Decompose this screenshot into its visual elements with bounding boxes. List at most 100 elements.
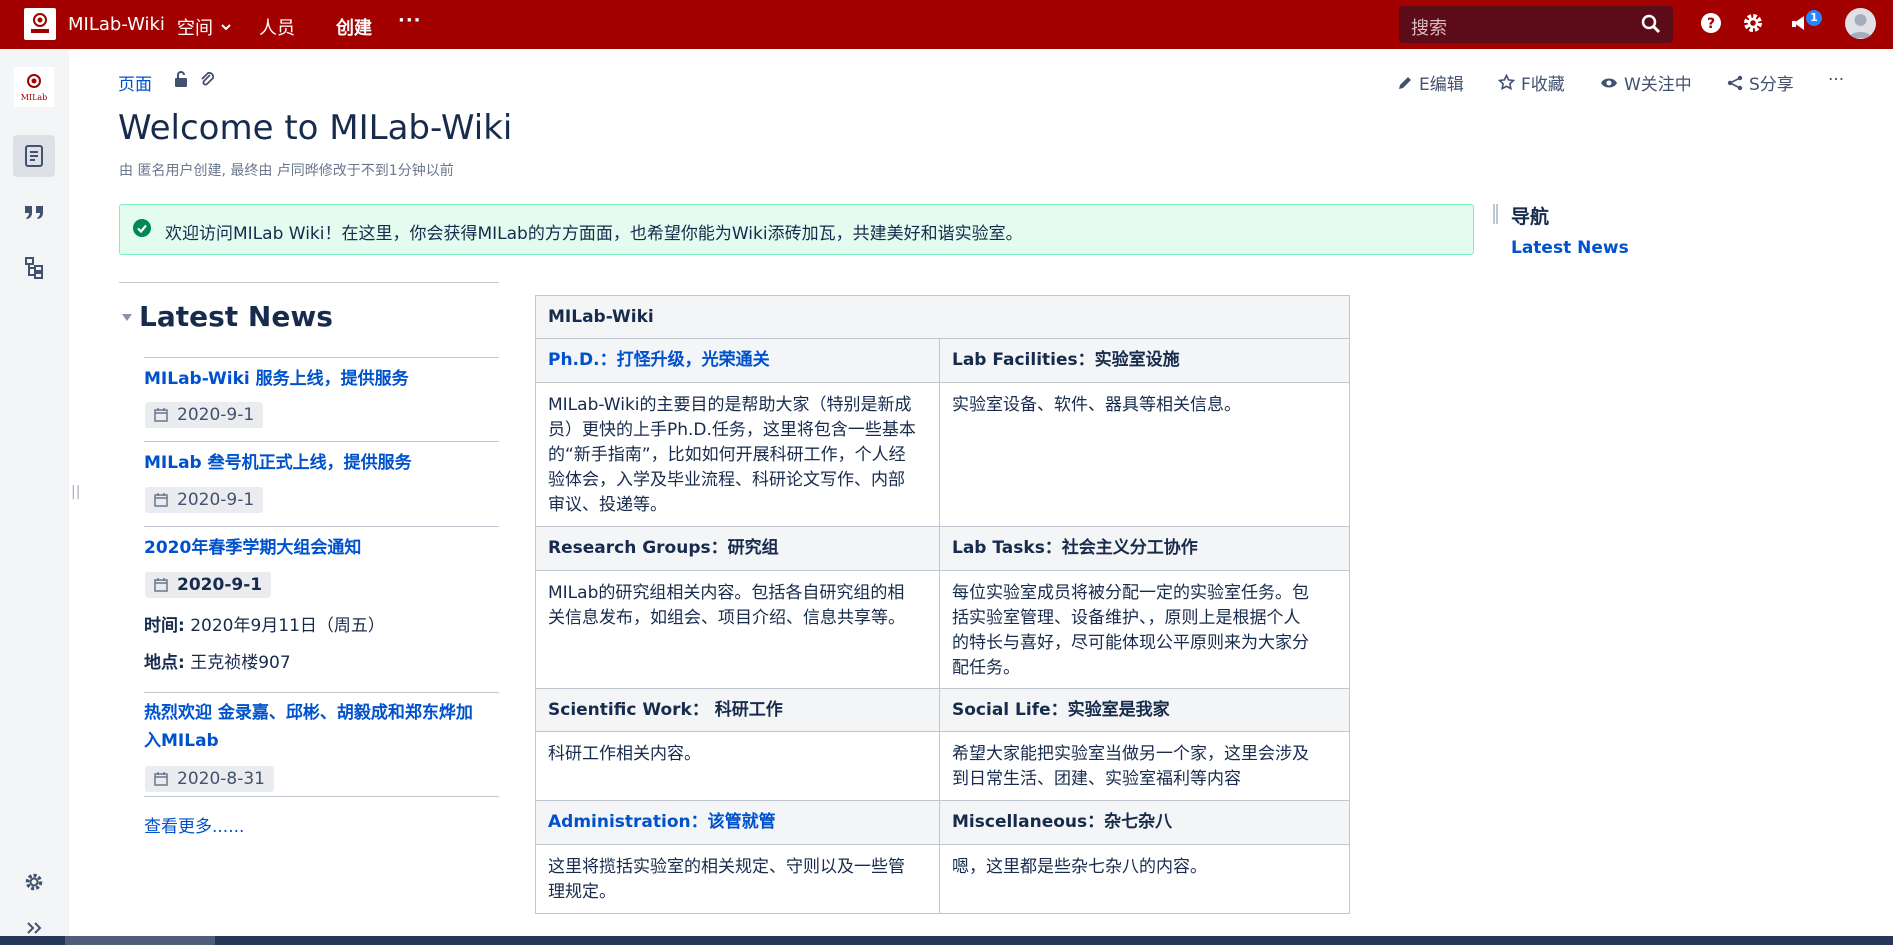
- cell-line: 理规定。: [548, 882, 616, 902]
- page-tree-icon: [25, 257, 43, 279]
- collapse-triangle-icon[interactable]: [122, 314, 132, 321]
- calendar-icon: [154, 493, 168, 507]
- news-divider: [144, 796, 499, 797]
- attachment-icon[interactable]: [199, 70, 215, 88]
- calendar-icon: [154, 772, 168, 786]
- app-logo[interactable]: [24, 8, 56, 40]
- save-favorite-button[interactable]: F收藏: [1498, 70, 1565, 95]
- search-icon: [1641, 14, 1661, 34]
- header-more-button[interactable]: ···: [398, 10, 422, 31]
- meeting-time-value: 2020年9月11日（周五）: [184, 616, 385, 636]
- sidebar-settings[interactable]: [13, 861, 55, 903]
- wiki-index-table: MILab-Wiki Ph.D.：打怪升级，光荣通关 Lab Facilitie…: [535, 295, 1350, 914]
- table-header-scientific-work: Scientific Work： 科研工作: [535, 688, 940, 732]
- table-header-lab-tasks: Lab Tasks：社会主义分工协作: [939, 526, 1350, 571]
- cell-line: 验体会，入学及毕业流程、科研论文写作、内部: [548, 470, 905, 490]
- quote-icon: [25, 206, 43, 219]
- top-header: MILab-Wiki 空间 人员 创建 ··· 搜索 ? 1: [0, 0, 1893, 49]
- news-item-title[interactable]: MILab-Wiki 服务上线，提供服务: [144, 366, 409, 393]
- news-item-date-text: 2020-9-1: [177, 575, 263, 595]
- table-cell: 每位实验室成员将被分配一定的实验室任务。包 括实验室管理、设备维护、，原则上是根…: [939, 570, 1350, 689]
- table-header-social-life: Social Life：实验室是我家: [939, 688, 1350, 732]
- cell-line: 希望大家能把实验室当做另一个家，这里会涉及: [952, 744, 1309, 764]
- cell-line: 配任务。: [952, 658, 1020, 678]
- table-header-phd[interactable]: Ph.D.：打怪升级，光荣通关: [535, 338, 940, 383]
- table-cell: 嗯，这里都是些杂七杂八的内容。: [939, 844, 1350, 914]
- star-icon: [1498, 74, 1515, 91]
- table-cell: MILab-Wiki的主要目的是帮助大家（特别是新成 员）更快的上手Ph.D.任…: [535, 382, 940, 527]
- edit-label: E编辑: [1419, 75, 1464, 95]
- cell-line: 的特长与喜好，尽可能体现公平原则来为大家分: [952, 633, 1309, 653]
- news-heading: Latest News: [139, 300, 333, 333]
- meeting-time-label: 时间:: [144, 616, 185, 636]
- chevron-down-icon: [221, 23, 231, 30]
- page-title: Welcome to MILab-Wiki: [118, 108, 513, 148]
- page-more-button[interactable]: ···: [1828, 70, 1844, 90]
- sidebar-blog[interactable]: [13, 191, 55, 233]
- table-header-research-groups: Research Groups：研究组: [535, 526, 940, 571]
- news-divider: [144, 441, 499, 442]
- navigation-bar-marker: [1493, 204, 1498, 224]
- unlock-icon[interactable]: [173, 70, 189, 88]
- news-item-title[interactable]: MILab 叁号机正式上线，提供服务: [144, 450, 412, 477]
- cell-line: 每位实验室成员将被分配一定的实验室任务。包: [952, 583, 1309, 603]
- sidebar-page-tree[interactable]: [13, 247, 55, 289]
- watch-label: W关注中: [1624, 75, 1692, 95]
- table-header-miscellaneous: Miscellaneous：杂七杂八: [939, 800, 1350, 845]
- cell-line: 的“新手指南”，比如如何开展科研工作，个人经: [548, 445, 906, 465]
- svg-text:?: ?: [1707, 16, 1715, 32]
- news-divider: [144, 526, 499, 527]
- sidebar-resize-handle[interactable]: ||: [71, 484, 80, 500]
- sidebar-pages[interactable]: [13, 135, 55, 177]
- info-panel-text: 欢迎访问MILab Wiki！在这里，你会获得MILab的方方面面，也希望你能为…: [165, 224, 1023, 244]
- news-top-rule: [119, 282, 499, 283]
- cell-line: 员）更快的上手Ph.D.任务，这里将包含一些基本: [548, 420, 916, 440]
- cell-line: 括实验室管理、设备维护、，原则上是根据个人: [952, 608, 1301, 628]
- user-avatar[interactable]: [1845, 8, 1876, 39]
- news-divider: [144, 357, 499, 358]
- breadcrumb-pages[interactable]: 页面: [118, 70, 152, 95]
- check-circle-icon: [133, 219, 151, 237]
- nav-spaces-label: 空间: [177, 18, 213, 39]
- edit-button[interactable]: E编辑: [1397, 70, 1464, 95]
- watch-button[interactable]: W关注中: [1600, 70, 1692, 95]
- help-icon[interactable]: ?: [1700, 12, 1722, 34]
- table-header-administration[interactable]: Administration：该管就管: [535, 800, 940, 845]
- share-button[interactable]: S分享: [1727, 70, 1794, 95]
- news-item-title-cont[interactable]: 入MILab: [144, 728, 219, 755]
- news-item-date: 2020-8-31: [145, 766, 274, 792]
- news-item-date-text: 2020-9-1: [177, 490, 255, 510]
- nav-spaces[interactable]: 空间: [177, 14, 231, 40]
- news-item-title[interactable]: 2020年春季学期大组会通知: [144, 535, 361, 562]
- double-chevron-right-icon: [27, 922, 42, 934]
- share-label: S分享: [1749, 75, 1794, 95]
- brand-name[interactable]: MILab-Wiki: [68, 14, 165, 35]
- news-item-date: 2020-9-1: [145, 402, 264, 428]
- table-title: MILab-Wiki: [535, 295, 1350, 339]
- cell-line: 到日常生活、团建、实验室福利等内容: [952, 769, 1241, 789]
- table-cell: 希望大家能把实验室当做另一个家，这里会涉及 到日常生活、团建、实验室福利等内容: [939, 731, 1350, 801]
- see-more-link[interactable]: 查看更多......: [144, 812, 244, 837]
- page-byline: 由 匿名用户创建, 最终由 卢同晔修改于不到1分钟以前: [119, 163, 454, 179]
- calendar-icon: [154, 578, 168, 592]
- table-cell: 科研工作相关内容。: [535, 731, 940, 801]
- news-item-title[interactable]: 热烈欢迎 金录嘉、邱彬、胡毅成和郑东烨加: [144, 700, 473, 727]
- navigation-link-latest-news[interactable]: Latest News: [1511, 238, 1629, 258]
- search-placeholder: 搜索: [1411, 18, 1447, 39]
- news-divider: [144, 692, 499, 693]
- settings-gear-icon[interactable]: [1742, 12, 1764, 34]
- table-cell: 这里将揽括实验室的相关规定、守则以及一些管 理规定。: [535, 844, 940, 914]
- horizontal-scrollbar[interactable]: [0, 936, 1893, 945]
- news-item-date: 2020-9-1: [145, 572, 272, 598]
- search-input[interactable]: 搜索: [1399, 6, 1673, 43]
- cell-line: 关信息发布，如组会、项目介绍、信息共享等。: [548, 608, 905, 628]
- news-item-date: 2020-9-1: [145, 487, 264, 513]
- page-meta-icons: [173, 70, 215, 88]
- create-button[interactable]: 创建: [336, 14, 372, 40]
- space-logo[interactable]: MILab: [14, 67, 54, 107]
- pencil-icon: [1399, 76, 1411, 89]
- nav-people[interactable]: 人员: [259, 14, 295, 40]
- scrollbar-thumb[interactable]: [65, 936, 215, 945]
- navigation-title: 导航: [1511, 206, 1550, 228]
- meeting-time: 时间: 2020年9月11日（周五）: [144, 611, 385, 636]
